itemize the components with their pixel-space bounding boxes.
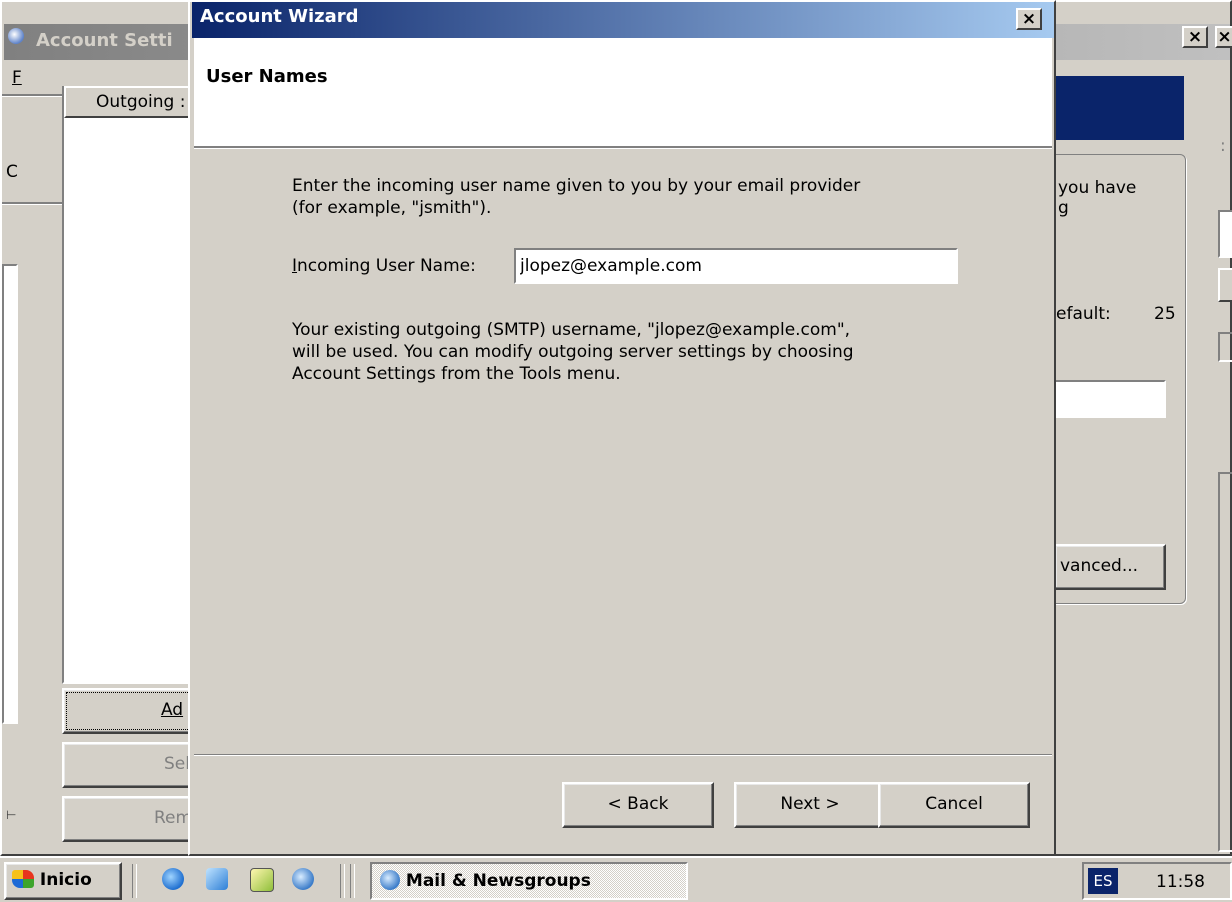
clock[interactable]: 11:58 [1156,872,1205,892]
default-port-label: efault: [1056,304,1111,324]
right-text-2: g [1058,198,1069,218]
right-text-field[interactable] [1054,380,1166,418]
taskbar-separator [340,864,345,898]
next-button[interactable]: Next > [734,782,886,828]
task-label: Mail & Newsgroups [405,871,591,891]
app-icon [8,28,24,44]
account-settings-title: Account Setti [36,30,173,51]
windows-logo-icon [12,870,34,888]
right-group-box [1042,154,1186,604]
left-letter: C [6,162,18,182]
close-icon[interactable]: × [1182,26,1208,48]
far-right-panel [1218,332,1232,362]
start-button[interactable]: Inicio [4,862,122,900]
wizard-page-title: User Names [206,66,328,87]
language-indicator[interactable]: ES [1088,868,1118,894]
far-right-panel-2 [1218,472,1232,852]
far-right-field[interactable] [1218,210,1232,258]
remove-account-button[interactable]: Rem [62,796,202,842]
right-header-bar [1054,76,1184,140]
account-wizard-dialog: Account Wizard × User Names Enter the in… [188,0,1056,856]
far-right-button[interactable] [1218,268,1232,302]
far-right-letter: : [1220,136,1226,156]
left-divider [2,202,62,205]
default-port-value: 25 [1154,304,1176,324]
instruction-line-2: (for example, "jsmith"). [292,198,492,218]
close-icon[interactable]: × [1016,8,1042,30]
right-text-1: you have [1058,178,1137,198]
account-list[interactable] [62,86,196,684]
username-label: Incoming User Name: [292,256,476,276]
advanced-button-label: vanced... [1060,556,1139,576]
add-button-label: Ad [160,700,184,720]
cancel-button[interactable]: Cancel [878,782,1030,828]
mozilla-icon[interactable] [292,868,314,890]
menu-file[interactable]: F [12,68,22,88]
wizard-title: Account Wizard [200,6,359,27]
set-default-button[interactable]: Sel [62,742,202,788]
back-button[interactable]: < Back [562,782,714,828]
add-account-button[interactable]: Ad [62,688,202,734]
footer-divider [194,754,1052,756]
left-bottom-icon: ⊢ [6,808,17,822]
left-panel [2,264,18,724]
start-label: Inicio [39,870,92,890]
username-label-rest: ncoming User Name: [297,256,476,276]
taskbar-separator [132,864,137,898]
notepad-icon[interactable] [250,868,274,892]
close-icon[interactable]: × [1215,26,1232,48]
info-line-2: will be used. You can modify outgoing se… [292,342,854,362]
outlook-express-icon[interactable] [206,868,228,890]
info-line-1: Your existing outgoing (SMTP) username, … [292,320,851,340]
list-header: Outgoing : [64,86,196,118]
advanced-button[interactable]: vanced... [1054,544,1166,590]
wizard-header [194,38,1052,148]
taskbar-separator [350,864,355,898]
task-mail-newsgroups[interactable]: Mail & Newsgroups [370,862,688,900]
header-divider [194,148,1052,149]
info-line-3: Account Settings from the Tools menu. [292,364,621,384]
mail-icon [380,870,400,890]
incoming-username-input[interactable] [514,248,958,284]
instruction-line-1: Enter the incoming user name given to yo… [292,176,861,196]
internet-explorer-icon[interactable] [162,868,184,890]
